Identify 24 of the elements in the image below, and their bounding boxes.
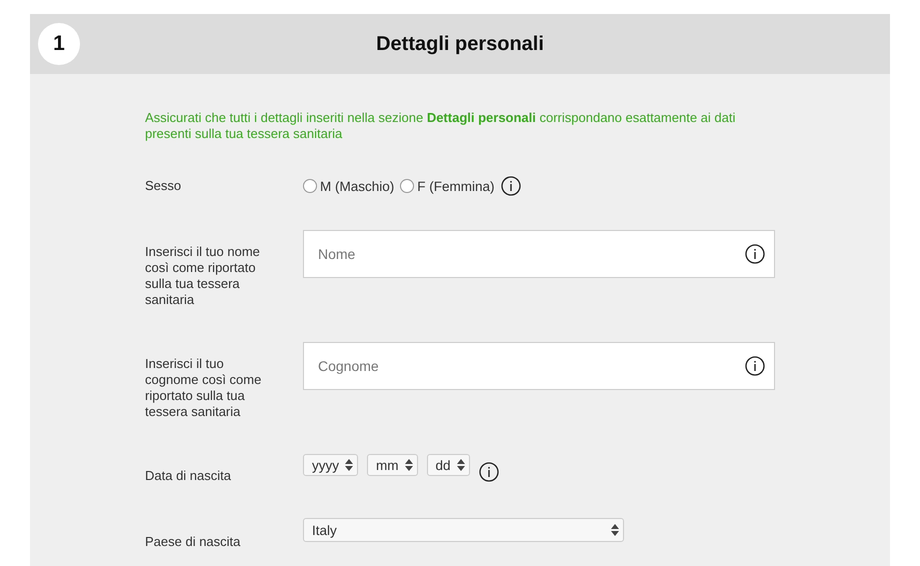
info-icon[interactable]	[745, 244, 765, 264]
date-dropdown[interactable]: yyyy	[303, 454, 358, 476]
date-dropdown[interactable]: mm	[367, 454, 418, 476]
input-field[interactable]: Nome	[303, 230, 775, 278]
radio-option[interactable]: F (Femmina)	[400, 178, 495, 194]
field-label: Sesso	[145, 177, 182, 194]
field-label: Inserisci il tuo nome così come riportato sulla tua tessera sanitaria	[145, 243, 261, 308]
stepper-icon	[404, 459, 412, 471]
stepper-icon	[456, 459, 465, 471]
stepper-icon	[345, 459, 353, 471]
info-icon[interactable]	[745, 356, 765, 376]
section-title: Dettagli personali	[376, 32, 544, 56]
field-label: Paese di nascita	[145, 533, 242, 550]
step-number: 1	[38, 23, 80, 65]
date-dropdown[interactable]: dd	[426, 454, 470, 476]
notice-text: Assicurati che tutti i dettagli inseriti nella sezione Dettagli personali corrispondano esattamente ai dati presenti sulla tua tessera sanitaria	[145, 110, 736, 142]
stepper-icon	[611, 524, 619, 536]
field-label: Data di nascita	[145, 467, 232, 484]
country-dropdown[interactable]: Italy	[303, 518, 624, 542]
input-field[interactable]: Cognome	[303, 342, 775, 390]
radio-option[interactable]: M (Maschio)	[303, 178, 394, 194]
info-icon[interactable]	[500, 176, 521, 196]
field-label: Inserisci il tuo cognome così come riportato sulla tua tessera sanitaria	[145, 355, 262, 420]
info-icon[interactable]	[478, 462, 499, 482]
